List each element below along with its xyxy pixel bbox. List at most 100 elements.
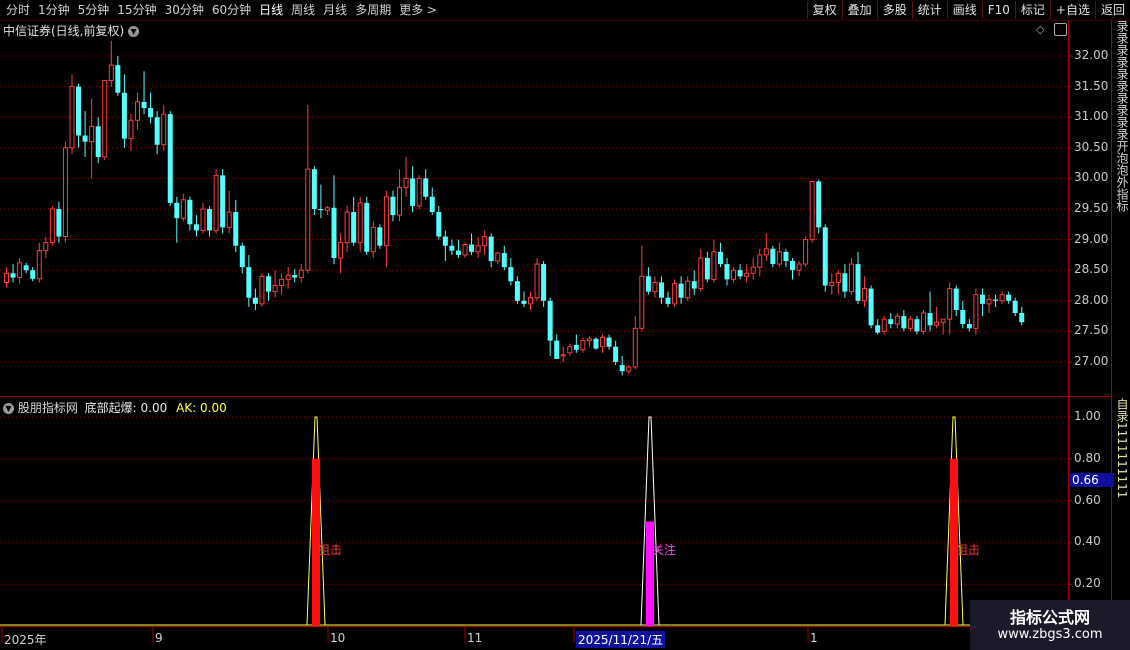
candle-body-down bbox=[82, 135, 88, 142]
signal-bar bbox=[646, 521, 654, 626]
candle-body-up bbox=[62, 147, 68, 238]
candle-body-down bbox=[351, 212, 357, 243]
candle-body-up bbox=[560, 354, 566, 357]
candle-body-down bbox=[888, 319, 894, 325]
candle-body-up bbox=[639, 275, 645, 329]
candle-body-up bbox=[763, 248, 769, 256]
candle-body-up bbox=[776, 251, 782, 265]
candle-body-down bbox=[488, 236, 494, 262]
indicator-title: ▼ 股朋指标网 底部起爆: 0.00 AK: 0.00 bbox=[3, 399, 227, 416]
candle-body-up bbox=[580, 340, 586, 351]
chevron-down-icon[interactable]: ▼ bbox=[3, 403, 14, 414]
indicator-series bbox=[0, 416, 1068, 626]
candle-body-up bbox=[796, 263, 802, 271]
candle-body-down bbox=[659, 282, 664, 298]
candle-body-up bbox=[829, 281, 835, 287]
candle-body-up bbox=[102, 79, 108, 158]
candle-body-down bbox=[167, 114, 173, 203]
indicator-tick-label: 0.80 bbox=[1074, 450, 1101, 465]
candle-body-up bbox=[986, 299, 992, 305]
candle-body-up bbox=[999, 294, 1005, 302]
candle-body-up bbox=[298, 269, 304, 279]
candle-body-up bbox=[4, 272, 9, 283]
candle-body-up bbox=[809, 180, 815, 241]
candle-body-down bbox=[606, 337, 612, 347]
candle-body-down bbox=[148, 108, 154, 118]
date-label: 1 bbox=[810, 631, 818, 645]
candle-body-down bbox=[76, 86, 82, 136]
date-label: 2025/11/21/五 bbox=[576, 631, 666, 648]
candle-body-up bbox=[567, 346, 573, 354]
candle-body-down bbox=[960, 309, 966, 325]
candle-body-down bbox=[449, 245, 455, 251]
signal-label: 关注 bbox=[652, 543, 677, 557]
candle-body-up bbox=[344, 211, 350, 244]
signal-label: 狙击 bbox=[956, 543, 981, 557]
candle-body-down bbox=[875, 325, 881, 333]
candle-body-up bbox=[462, 243, 468, 256]
candle-body-down bbox=[23, 265, 29, 271]
indicator-tick-label: 0.20 bbox=[1074, 576, 1101, 591]
candle-body-down bbox=[554, 340, 560, 359]
candle-body-down bbox=[691, 281, 697, 289]
candle-body-up bbox=[259, 275, 265, 305]
candle-body-down bbox=[613, 346, 619, 362]
candle-body-up bbox=[934, 321, 940, 326]
candle-body-down bbox=[390, 196, 396, 216]
candle-body-down bbox=[154, 117, 160, 145]
candle-body-down bbox=[193, 224, 199, 231]
candle-body-up bbox=[108, 64, 114, 81]
candle-body-up bbox=[894, 315, 900, 325]
candle-body-up bbox=[370, 226, 376, 253]
date-label: 2025年 bbox=[4, 633, 47, 647]
candle-body-down bbox=[364, 202, 370, 252]
price-tick-label: 32.00 bbox=[1074, 48, 1109, 62]
candle-body-down bbox=[914, 319, 920, 332]
price-tick-label: 31.00 bbox=[1074, 109, 1109, 124]
candle-body-up bbox=[744, 272, 750, 277]
candle-body-up bbox=[685, 280, 691, 299]
price-tick-label: 30.00 bbox=[1074, 170, 1109, 185]
candle-body-down bbox=[508, 267, 514, 282]
candle-body-up bbox=[213, 174, 219, 231]
candle-body-down bbox=[521, 300, 527, 304]
price-tick-label: 29.50 bbox=[1074, 201, 1109, 215]
candle-body-down bbox=[331, 207, 337, 258]
date-label: 11 bbox=[467, 631, 483, 645]
date-label: 10 bbox=[330, 631, 346, 645]
candle-body-up bbox=[652, 281, 658, 293]
candle-body-down bbox=[783, 251, 789, 262]
candle-body-up bbox=[534, 263, 540, 299]
candle-body-up bbox=[921, 312, 926, 332]
candle-body-down bbox=[645, 276, 651, 292]
candle-body-up bbox=[36, 250, 42, 280]
candle-body-down bbox=[442, 236, 448, 246]
candle-body-down bbox=[717, 251, 723, 265]
candle-body-down bbox=[410, 178, 416, 206]
candle-body-up bbox=[907, 318, 913, 329]
candle-body-up bbox=[226, 211, 232, 228]
candle-body-down bbox=[174, 202, 180, 219]
candle-body-down bbox=[436, 212, 442, 237]
candle-body-up bbox=[383, 196, 389, 247]
cursor-value-badge: 0.66 bbox=[1070, 473, 1114, 487]
candle-body-down bbox=[292, 275, 298, 278]
candle-body-up bbox=[324, 207, 330, 211]
price-tick-label: 27.00 bbox=[1074, 354, 1109, 368]
candle-body-up bbox=[69, 86, 75, 149]
candle-body-down bbox=[790, 261, 795, 271]
candle-body-down bbox=[1012, 300, 1018, 314]
candle-body-down bbox=[770, 248, 776, 265]
candle-body-up bbox=[803, 239, 809, 265]
watermark: 指标公式网 www.zbgs3.com bbox=[970, 600, 1130, 650]
candle-body-up bbox=[711, 251, 717, 280]
side-panel-top-text: 录录录录录录录录录录开泡泡外指标 bbox=[1115, 20, 1129, 212]
price-tick-label: 28.50 bbox=[1074, 262, 1109, 277]
candle-body-down bbox=[246, 267, 252, 298]
main-grid bbox=[0, 55, 1072, 363]
candle-body-up bbox=[757, 254, 763, 268]
indicator-name: 股朋指标网 bbox=[17, 401, 78, 415]
watermark-title: 指标公式网 bbox=[1009, 608, 1090, 627]
candle-body-down bbox=[855, 264, 861, 301]
candle-body-up bbox=[403, 177, 409, 189]
